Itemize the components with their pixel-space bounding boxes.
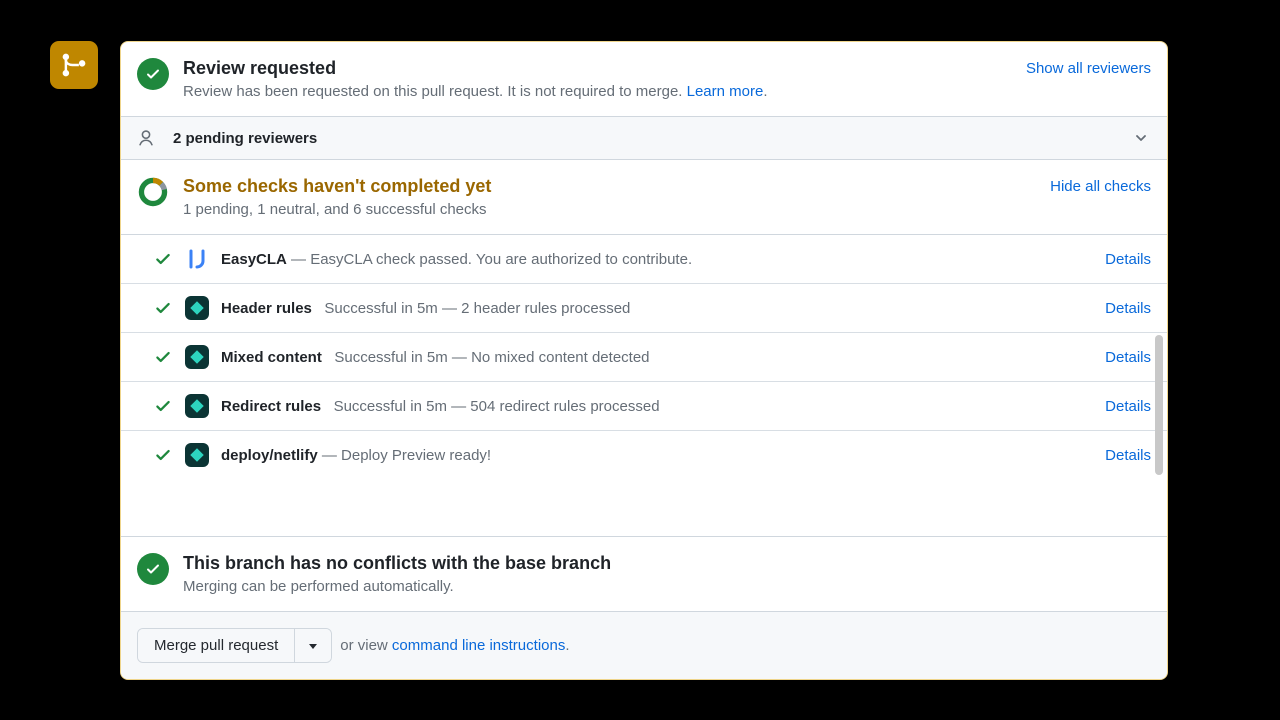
check-row: Mixed content Successful in 5m — No mixe…: [121, 333, 1167, 382]
conflicts-title: This branch has no conflicts with the ba…: [183, 553, 611, 574]
command-line-instructions-link[interactable]: command line instructions: [392, 637, 565, 654]
check-success-icon: [153, 250, 173, 268]
check-details-link[interactable]: Details: [1105, 251, 1151, 268]
learn-more-link[interactable]: Learn more: [687, 83, 764, 100]
check-app-avatar: [185, 443, 209, 467]
scrollbar-indicator[interactable]: [1155, 335, 1163, 475]
merge-button-group: Merge pull request: [137, 628, 332, 663]
hide-all-checks-link[interactable]: Hide all checks: [1050, 178, 1151, 195]
or-view-label: or view command line instructions.: [340, 637, 569, 654]
chevron-down-icon: [1133, 130, 1149, 146]
check-details-link[interactable]: Details: [1105, 398, 1151, 415]
checks-list: EasyCLA — EasyCLA check passed. You are …: [121, 235, 1167, 536]
checks-progress-icon: [137, 176, 169, 208]
pending-reviewers-row[interactable]: 2 pending reviewers: [121, 117, 1167, 160]
merge-section: Merge pull request or view command line …: [121, 611, 1167, 679]
merge-options-dropdown[interactable]: [294, 629, 331, 662]
check-details-link[interactable]: Details: [1105, 349, 1151, 366]
checks-section: Some checks haven't completed yet 1 pend…: [121, 160, 1167, 235]
pending-reviewers-label: 2 pending reviewers: [173, 130, 317, 147]
conflicts-sub: Merging can be performed automatically.: [183, 578, 611, 595]
merge-pull-request-button[interactable]: Merge pull request: [138, 629, 294, 662]
check-app-avatar: [185, 296, 209, 320]
check-app-avatar: [185, 394, 209, 418]
check-details-link[interactable]: Details: [1105, 447, 1151, 464]
review-title: Review requested: [183, 58, 1151, 79]
check-row: deploy/netlify — Deploy Preview ready! De…: [121, 431, 1167, 479]
review-section: Review requested Review has been request…: [121, 42, 1167, 117]
merge-status-badge: [50, 41, 98, 89]
check-app-avatar: [185, 345, 209, 369]
check-text: Mixed content Successful in 5m — No mixe…: [221, 349, 650, 366]
merge-panel: Review requested Review has been request…: [120, 41, 1168, 680]
check-text: EasyCLA — EasyCLA check passed. You are …: [221, 251, 692, 268]
check-text: deploy/netlify — Deploy Preview ready!: [221, 447, 491, 464]
check-row: EasyCLA — EasyCLA check passed. You are …: [121, 235, 1167, 284]
status-success-icon: [137, 553, 169, 585]
check-text: Header rules Successful in 5m — 2 header…: [221, 300, 630, 317]
check-row: Header rules Successful in 5m — 2 header…: [121, 284, 1167, 333]
git-merge-icon: [61, 52, 87, 78]
conflicts-section: This branch has no conflicts with the ba…: [121, 536, 1167, 611]
checks-summary: 1 pending, 1 neutral, and 6 successful c…: [183, 201, 491, 218]
check-row: Redirect rules Successful in 5m — 504 re…: [121, 382, 1167, 431]
checks-title: Some checks haven't completed yet: [183, 176, 491, 197]
check-success-icon: [153, 397, 173, 415]
check-app-avatar: [185, 247, 209, 271]
status-success-icon: [137, 58, 169, 90]
check-details-link[interactable]: Details: [1105, 300, 1151, 317]
check-success-icon: [153, 348, 173, 366]
show-all-reviewers-link[interactable]: Show all reviewers: [1026, 60, 1151, 77]
triangle-down-icon: [307, 640, 319, 652]
check-success-icon: [153, 299, 173, 317]
check-success-icon: [153, 446, 173, 464]
person-icon: [137, 129, 155, 147]
check-text: Redirect rules Successful in 5m — 504 re…: [221, 398, 660, 415]
review-subtext: Review has been requested on this pull r…: [183, 83, 1151, 100]
